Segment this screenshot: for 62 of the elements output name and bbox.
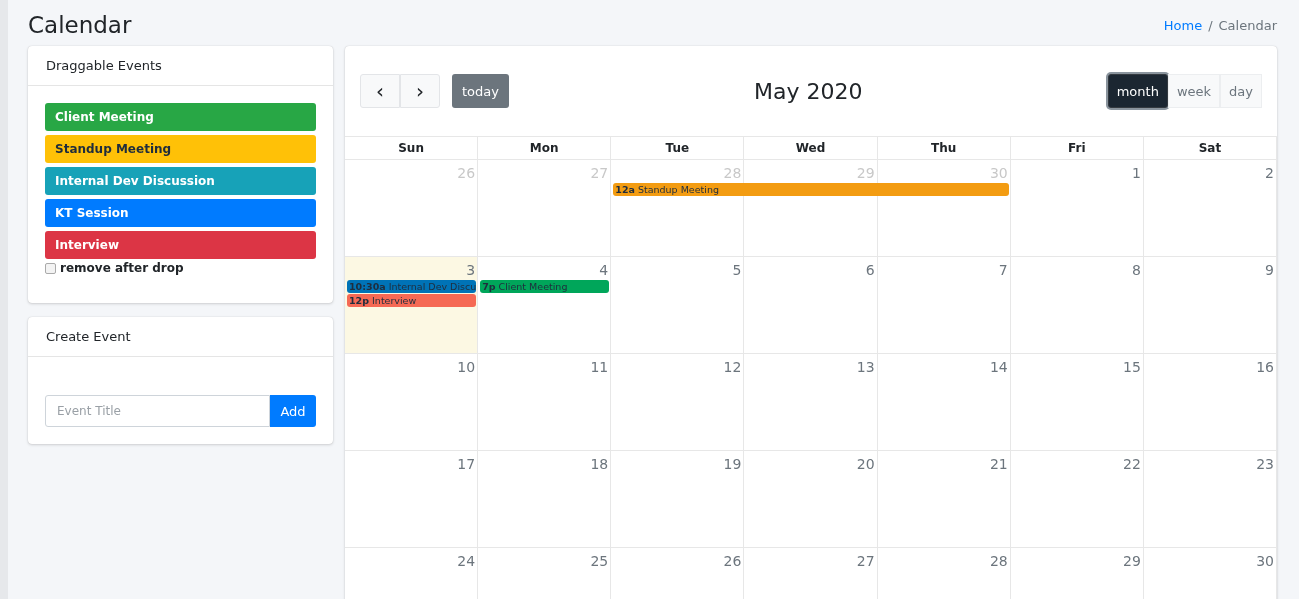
day-number: 21 (988, 455, 1009, 474)
draggable-event[interactable]: Standup Meeting (45, 135, 316, 163)
day-number: 8 (1130, 261, 1142, 280)
day-number: 3 (465, 261, 477, 280)
day-number: 28 (988, 552, 1009, 571)
day-number: 7 (997, 261, 1009, 280)
day-number: 10 (456, 358, 477, 377)
weekday-header: Sun (345, 136, 479, 160)
calendar-event[interactable]: 10:30a Internal Dev Discu (347, 280, 477, 293)
day-number: 16 (1255, 358, 1275, 377)
today-button[interactable]: today (452, 74, 509, 108)
view-tab[interactable]: month (1107, 74, 1168, 108)
draggable-event[interactable]: Internal Dev Discussion (45, 167, 316, 195)
day-number: 29 (1122, 552, 1142, 571)
day-number: 24 (456, 552, 477, 571)
month-title: May 2020 (754, 78, 863, 104)
remove-after-drop-checkbox[interactable]: remove after drop (45, 261, 316, 275)
draggable-event[interactable]: Client Meeting (45, 103, 316, 131)
day-number: 11 (589, 358, 610, 377)
day-number: 1 (1130, 164, 1142, 183)
day-number: 19 (722, 455, 743, 474)
day-number: 12 (722, 358, 743, 377)
day-number: 6 (864, 261, 876, 280)
day-number: 18 (589, 455, 610, 474)
day-number: 9 (1264, 261, 1275, 280)
day-number: 13 (855, 358, 876, 377)
weekday-header: Tue (611, 136, 745, 160)
draggable-event[interactable]: Interview (45, 231, 316, 259)
breadcrumb-separator: / (1208, 17, 1213, 33)
draggable-event[interactable]: KT Session (45, 199, 316, 227)
card-title: Create Event (28, 317, 333, 357)
day-number: 15 (1122, 358, 1142, 377)
card-title: Draggable Events (28, 46, 333, 86)
breadcrumb-current-page: Calendar (1218, 17, 1277, 33)
weekday-header: Thu (877, 136, 1011, 160)
calendar-event[interactable]: 12a Standup Meeting (613, 183, 1009, 196)
day-number: 20 (855, 455, 876, 474)
add-button[interactable]: Add (270, 395, 316, 427)
weekday-header: Mon (478, 136, 612, 160)
weekday-header: Wed (744, 136, 878, 160)
day-number: 26 (722, 552, 743, 571)
previous-button[interactable]: ‹ (360, 74, 400, 108)
day-number: 25 (589, 552, 610, 571)
page-title: Calendar (28, 12, 132, 38)
day-number: 5 (731, 261, 743, 280)
weekday-header: Fri (1010, 136, 1144, 160)
view-tab[interactable]: day (1220, 74, 1262, 108)
next-button[interactable]: › (400, 74, 440, 108)
day-number: 4 (598, 261, 610, 280)
day-number: 2 (1264, 164, 1275, 183)
day-number: 14 (988, 358, 1009, 377)
calendar-event[interactable]: 7p Client Meeting (480, 280, 610, 293)
day-number: 30 (1255, 552, 1275, 571)
day-number: 27 (855, 552, 876, 571)
day-number: 17 (456, 455, 477, 474)
breadcrumb-link[interactable]: Home (1163, 17, 1203, 33)
calendar-event[interactable]: 12p Interview (347, 294, 477, 307)
weekday-header: Sat (1143, 136, 1277, 160)
day-number: 22 (1122, 455, 1142, 474)
event-title-field[interactable]: Event Title (45, 395, 270, 427)
view-tab[interactable]: week (1167, 74, 1221, 108)
day-number: 23 (1255, 455, 1275, 474)
